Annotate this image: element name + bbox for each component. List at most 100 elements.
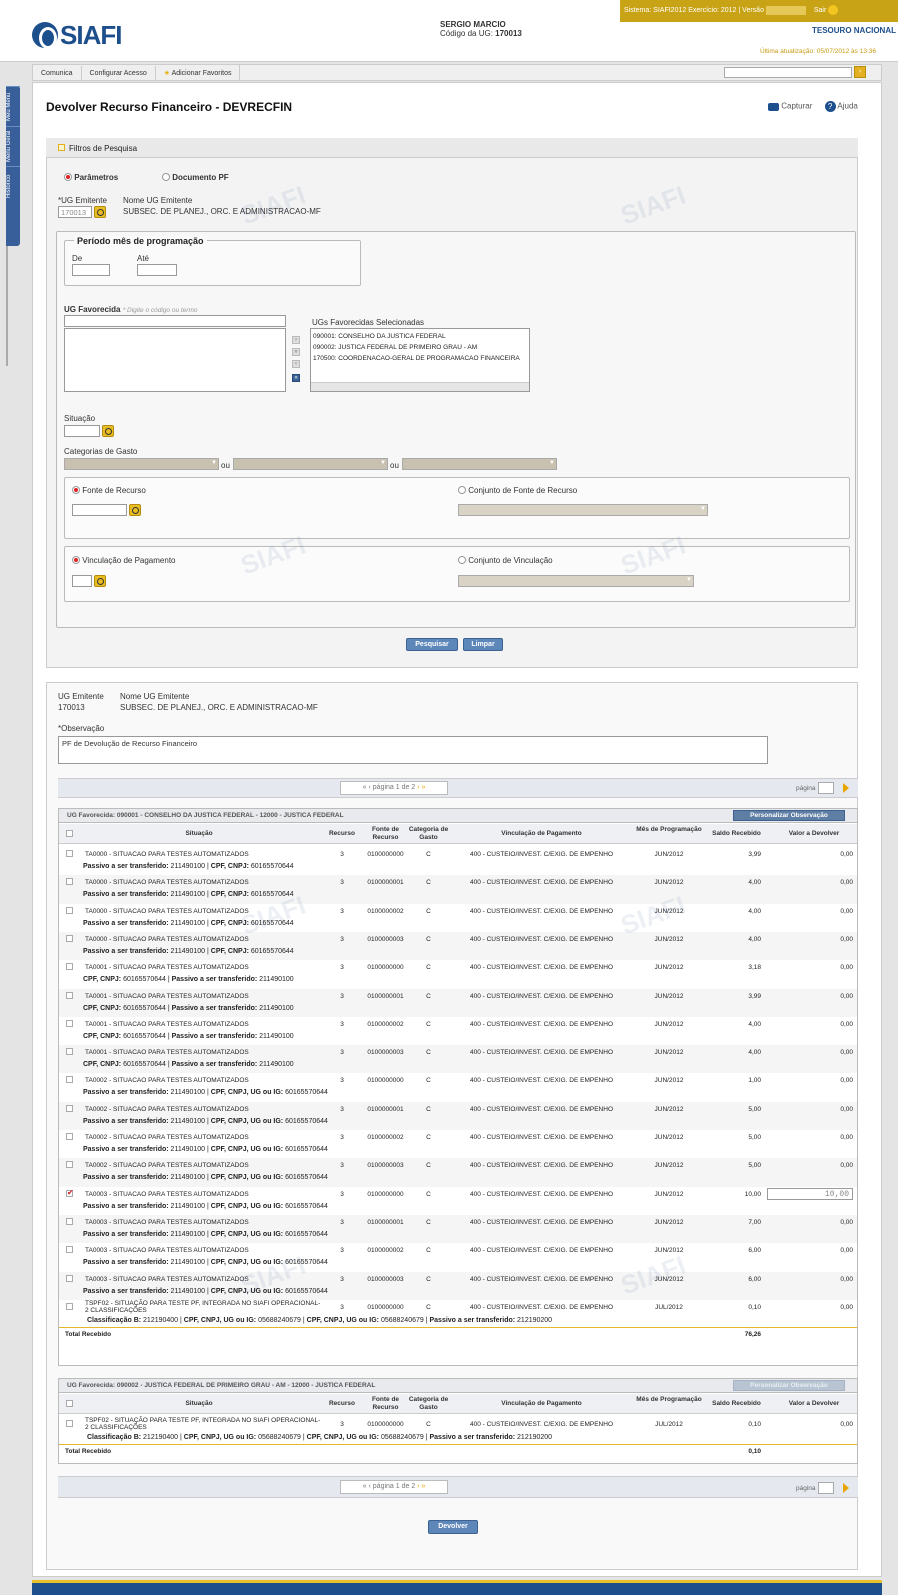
radio-vinculacao-icon[interactable] — [72, 556, 80, 564]
pager-bottom[interactable]: « ‹ página 1 de 2 › » — [340, 1480, 448, 1494]
next-page-icon[interactable]: › — [417, 1483, 419, 1490]
cell-vinc: 400 - CUSTEIO/INVEST. C/EXIG. DE EMPENHO — [469, 1421, 614, 1428]
side-tab-meu-menu[interactable]: Meu Menu — [6, 86, 20, 126]
pagina-input[interactable] — [818, 1482, 834, 1494]
radio-conjunto-vinculacao[interactable]: Conjunto de Vinculação — [458, 556, 553, 565]
personalizar-observacao-button[interactable]: Personalizar Observação — [733, 810, 845, 821]
row-checkbox[interactable] — [66, 1217, 73, 1225]
radio-vinculacao[interactable]: Vinculação de Pagamento — [72, 556, 176, 565]
ug-favorecida-table: UG Favorecida: 090001 - CONSELHO DA JUST… — [58, 808, 858, 1366]
ug-favorecida-input[interactable] — [64, 315, 286, 327]
pagina-input[interactable] — [818, 782, 834, 794]
collapse-icon[interactable] — [58, 144, 65, 151]
menu-configurar-acesso[interactable]: Configurar Acesso — [82, 66, 156, 81]
row-checkbox[interactable] — [66, 1019, 73, 1027]
row-checkbox[interactable] — [66, 850, 73, 857]
conjunto-vinculacao-select[interactable] — [458, 575, 694, 587]
radio-documento-icon[interactable] — [162, 173, 170, 181]
row-checkbox[interactable] — [66, 878, 73, 886]
radio-conjunto-fonte[interactable]: Conjunto de Fonte de Recurso — [458, 486, 577, 495]
horizontal-scrollbar[interactable] — [311, 382, 529, 391]
radio-parametros-icon[interactable] — [64, 173, 72, 181]
menu-search-go-button[interactable]: › — [854, 66, 866, 78]
radio-fonte-recurso[interactable]: Fonte de Recurso — [72, 486, 146, 495]
ate-input[interactable] — [137, 264, 177, 276]
ajuda-link[interactable]: Ajuda — [837, 102, 857, 111]
side-tab-historico[interactable]: Histórico — [6, 166, 20, 206]
conjunto-fonte-select[interactable] — [458, 504, 708, 516]
help-icon[interactable]: ? — [824, 101, 836, 112]
move-left-button[interactable]: ‹ — [292, 360, 300, 368]
row-checkbox[interactable] — [66, 1188, 74, 1197]
first-page-icon[interactable]: « — [363, 784, 367, 791]
row-checkbox[interactable] — [66, 963, 73, 971]
prev-page-icon[interactable]: ‹ — [368, 784, 370, 791]
ug-favorecida-list[interactable] — [64, 328, 286, 392]
row-checkbox[interactable] — [66, 1302, 73, 1310]
ug-selecionada-item[interactable]: 090002: JUSTICA FEDERAL DE PRIMEIRO GRAU… — [313, 342, 527, 353]
cell-saldo: 1,00 — [748, 1077, 761, 1085]
radio-conjunto-fonte-icon[interactable] — [458, 486, 466, 494]
row-checkbox[interactable] — [66, 991, 73, 999]
radio-fonte-icon[interactable] — [72, 486, 80, 494]
pesquisar-button[interactable]: Pesquisar — [406, 638, 458, 651]
ug-emitente-search-icon[interactable] — [94, 206, 106, 218]
res-ug-emitente-value: 170013 — [58, 703, 85, 712]
de-input[interactable] — [72, 264, 110, 276]
fonte-recurso-input[interactable] — [72, 504, 127, 516]
ug-emitente-input[interactable]: 170013 — [58, 206, 92, 218]
row-checkbox[interactable] — [66, 1246, 73, 1254]
prev-page-icon[interactable]: ‹ — [368, 1483, 370, 1490]
row-checkbox[interactable] — [66, 1133, 73, 1140]
next-page-icon[interactable]: › — [417, 784, 419, 791]
row-checkbox[interactable] — [66, 1420, 73, 1427]
row-checkbox[interactable] — [66, 1274, 73, 1282]
side-tab-menu-geral[interactable]: Menu Geral — [6, 126, 20, 166]
valor-devolver-input[interactable]: 10,00 — [767, 1187, 853, 1200]
situacao-search-icon[interactable] — [102, 425, 114, 437]
capturar-link[interactable]: Capturar — [781, 102, 812, 111]
ug-selecionada-item[interactable]: 090001: CONSELHO DA JUSTICA FEDERAL — [313, 331, 527, 342]
go-page-icon[interactable] — [843, 783, 849, 793]
row-checkbox[interactable] — [66, 906, 73, 914]
row-checkbox[interactable] — [66, 1104, 73, 1112]
ug-selecionada-item[interactable]: 170500: COORDENACAO-GERAL DE PROGRAMACAO… — [313, 353, 527, 364]
first-page-icon[interactable]: « — [363, 1483, 367, 1490]
go-page-icon[interactable] — [843, 1483, 849, 1493]
radio-parametros[interactable]: Parâmetros — [64, 173, 118, 182]
radio-documento-pf[interactable]: Documento PF — [162, 173, 229, 182]
menu-comunica[interactable]: Comunica — [33, 66, 82, 81]
row-checkbox[interactable] — [66, 1161, 73, 1169]
filtros-header[interactable]: Filtros de Pesquisa — [46, 138, 858, 158]
last-page-icon[interactable]: » — [421, 1483, 425, 1490]
categoria-select-1[interactable] — [64, 458, 219, 470]
select-all-checkbox[interactable] — [66, 1400, 73, 1407]
personalizar-observacao-button[interactable]: Personalizar Observação — [733, 1380, 845, 1391]
select-all-checkbox[interactable] — [66, 830, 73, 837]
last-page-icon[interactable]: » — [421, 784, 425, 791]
row-checkbox[interactable] — [66, 1048, 73, 1056]
menu-adicionar-favoritos[interactable]: ★ Adicionar Favoritos — [156, 65, 241, 80]
camera-icon[interactable] — [768, 102, 779, 111]
categoria-select-2[interactable] — [233, 458, 388, 470]
menu-search-input[interactable] — [724, 67, 852, 78]
devolver-button[interactable]: Devolver — [428, 1520, 478, 1534]
situacao-input[interactable] — [64, 425, 100, 437]
vinculacao-input[interactable] — [72, 575, 92, 587]
column-header: Saldo Recebido — [712, 830, 761, 837]
pager-top[interactable]: « ‹ página 1 de 2 › » — [340, 781, 448, 795]
row-checkbox[interactable] — [66, 934, 73, 942]
limpar-button[interactable]: Limpar — [463, 638, 503, 651]
categoria-select-3[interactable] — [402, 458, 557, 470]
move-all-left-button[interactable]: « — [292, 374, 300, 382]
fonte-recurso-search-icon[interactable] — [129, 504, 141, 516]
logout-icon[interactable] — [828, 5, 839, 15]
row-checkbox[interactable] — [66, 1076, 73, 1084]
logout-link[interactable]: Sair — [814, 7, 826, 14]
radio-conjunto-vinc-icon[interactable] — [458, 556, 466, 564]
column-header: Vinculação de Pagamento — [501, 830, 582, 837]
vinculacao-search-icon[interactable] — [94, 575, 106, 587]
move-right-button[interactable]: › — [292, 336, 300, 344]
move-all-right-button[interactable]: » — [292, 348, 300, 356]
observacao-textarea[interactable]: PF de Devolução de Recurso Financeiro — [58, 736, 768, 764]
